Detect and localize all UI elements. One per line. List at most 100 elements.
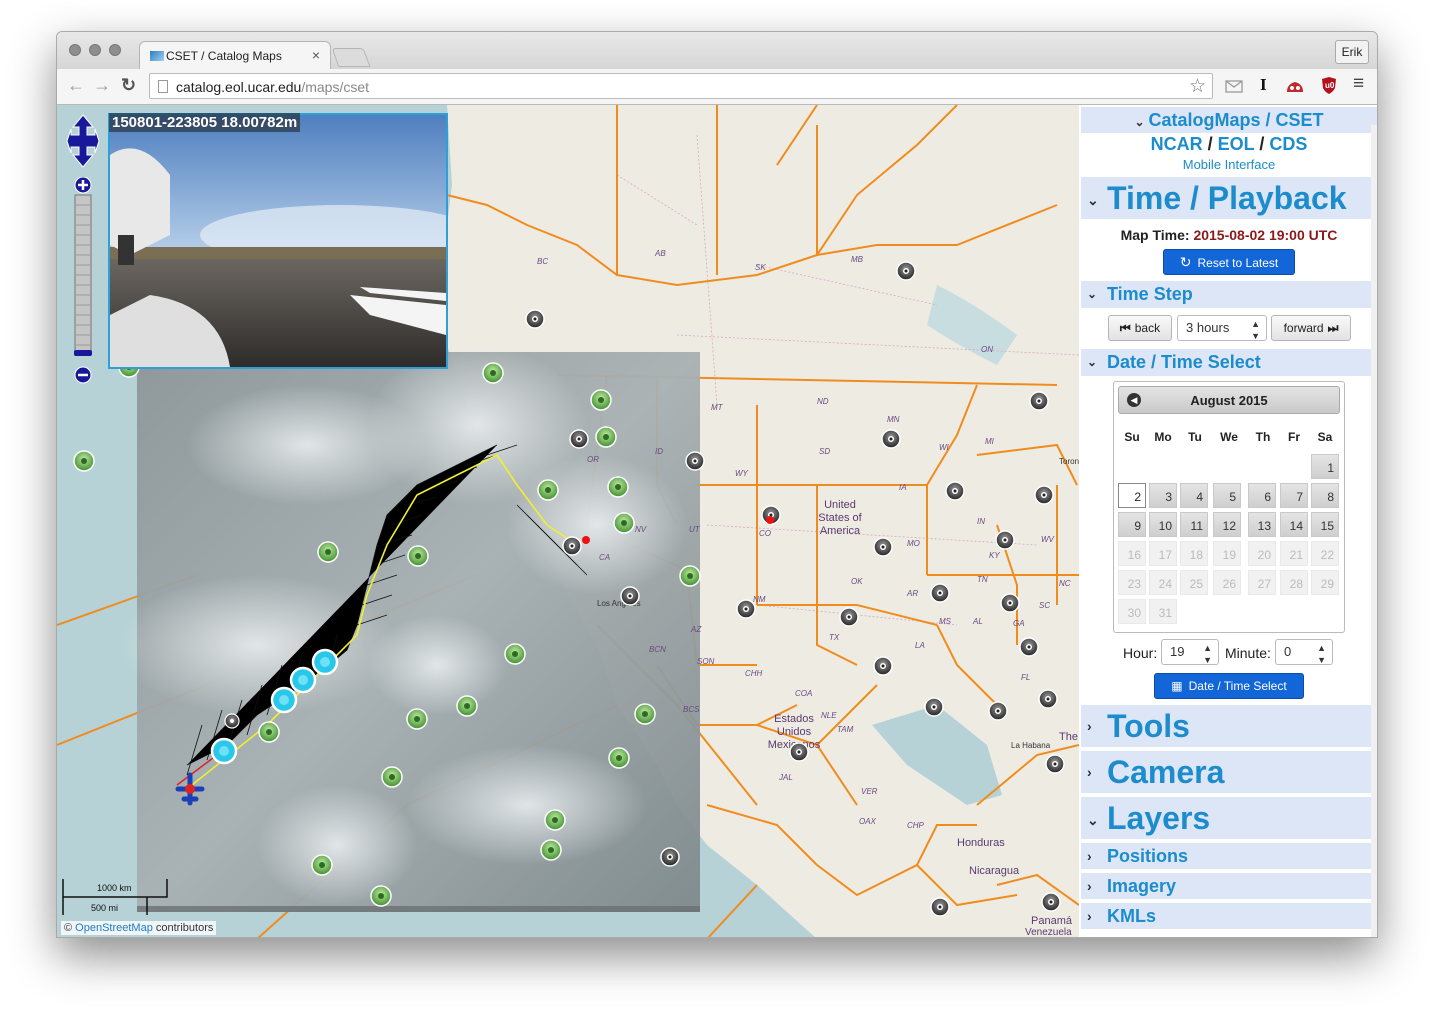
cds-link[interactable]: CDS bbox=[1269, 134, 1307, 154]
brand-header[interactable]: ⌄ CatalogMaps / CSET bbox=[1081, 107, 1377, 133]
sounding-marker[interactable] bbox=[224, 713, 240, 729]
camera-header[interactable]: › Camera bbox=[1081, 751, 1377, 793]
calendar-day[interactable]: 11 bbox=[1180, 512, 1208, 537]
pan-control-icon[interactable] bbox=[65, 113, 101, 169]
sounding-marker[interactable] bbox=[1029, 391, 1049, 411]
calendar-day[interactable]: 5 bbox=[1213, 483, 1241, 508]
close-window-button[interactable] bbox=[69, 44, 81, 56]
calendar-day[interactable]: 9 bbox=[1118, 512, 1146, 537]
station-marker[interactable] bbox=[456, 695, 478, 717]
station-marker[interactable] bbox=[595, 426, 617, 448]
sounding-marker[interactable] bbox=[569, 429, 589, 449]
station-marker[interactable] bbox=[258, 721, 280, 743]
station-marker[interactable] bbox=[381, 766, 403, 788]
station-marker[interactable] bbox=[311, 854, 333, 876]
menu-icon[interactable]: ≡ bbox=[1353, 73, 1364, 95]
openstreetmap-link[interactable]: OpenStreetMap bbox=[75, 922, 153, 934]
layers-header[interactable]: ⌄ Layers bbox=[1081, 797, 1377, 839]
zoom-control[interactable] bbox=[73, 176, 93, 385]
calendar-day[interactable]: 6 bbox=[1248, 483, 1276, 508]
minute-select[interactable]: 0 ▲ ▼ bbox=[1275, 639, 1333, 665]
sounding-marker[interactable] bbox=[873, 537, 893, 557]
sounding-marker[interactable] bbox=[562, 536, 582, 556]
sounding-marker[interactable] bbox=[1045, 754, 1065, 774]
camera-image[interactable] bbox=[108, 113, 448, 369]
sounding-marker[interactable] bbox=[924, 697, 944, 717]
positions-header[interactable]: › Positions bbox=[1081, 843, 1377, 869]
station-marker[interactable] bbox=[482, 362, 504, 384]
sounding-marker[interactable] bbox=[945, 481, 965, 501]
step-select[interactable]: 3 hours ▲ ▼ bbox=[1177, 315, 1267, 341]
calendar-day[interactable]: 12 bbox=[1213, 512, 1241, 537]
new-tab-button[interactable] bbox=[331, 48, 371, 67]
imagery-header[interactable]: › Imagery bbox=[1081, 873, 1377, 899]
panel-scrollbar[interactable] bbox=[1371, 125, 1377, 937]
station-marker[interactable] bbox=[544, 809, 566, 831]
track-point[interactable] bbox=[270, 686, 298, 714]
sounding-marker[interactable] bbox=[789, 742, 809, 762]
playback-header[interactable]: ⌄ Time / Playback bbox=[1081, 177, 1377, 219]
sounding-marker[interactable] bbox=[620, 586, 640, 606]
sounding-marker[interactable] bbox=[525, 309, 545, 329]
sounding-marker[interactable] bbox=[930, 583, 950, 603]
sounding-marker[interactable] bbox=[873, 656, 893, 676]
station-marker[interactable] bbox=[407, 545, 429, 567]
station-marker[interactable] bbox=[607, 476, 629, 498]
calendar-day[interactable]: 7 bbox=[1280, 483, 1308, 508]
calendar-day[interactable]: 10 bbox=[1149, 512, 1177, 537]
ncar-link[interactable]: NCAR bbox=[1151, 134, 1203, 154]
eol-link[interactable]: EOL bbox=[1218, 134, 1255, 154]
reload-icon[interactable]: ↻ bbox=[121, 75, 136, 96]
time-step-header[interactable]: ⌄ Time Step bbox=[1081, 281, 1377, 308]
date-time-select-button[interactable]: ▦ Date / Time Select bbox=[1154, 673, 1304, 699]
back-icon[interactable]: ← bbox=[67, 75, 85, 96]
calendar-day-selected[interactable]: 2 bbox=[1118, 483, 1146, 508]
mail-icon[interactable] bbox=[1225, 80, 1243, 93]
hour-select[interactable]: 19 ▲ ▼ bbox=[1161, 639, 1219, 665]
station-marker[interactable] bbox=[504, 643, 526, 665]
station-marker[interactable] bbox=[73, 450, 95, 472]
back-button[interactable]: ⏮ back bbox=[1108, 315, 1172, 341]
calendar-day[interactable]: 8 bbox=[1311, 483, 1339, 508]
sounding-marker[interactable] bbox=[930, 897, 950, 917]
sounding-marker[interactable] bbox=[1041, 892, 1061, 912]
station-marker[interactable] bbox=[608, 747, 630, 769]
track-point[interactable] bbox=[289, 666, 317, 694]
tab-cset-catalog-maps[interactable]: CSET / Catalog Maps × bbox=[139, 41, 331, 69]
station-marker[interactable] bbox=[613, 512, 635, 534]
forward-button[interactable]: forward ⏭ bbox=[1271, 315, 1351, 341]
incognito-icon[interactable] bbox=[1285, 78, 1305, 94]
tab-close-icon[interactable]: × bbox=[312, 47, 320, 63]
sounding-marker[interactable] bbox=[839, 607, 859, 627]
kmls-header[interactable]: › KMLs bbox=[1081, 903, 1377, 929]
reset-to-latest-button[interactable]: ↻ Reset to Latest bbox=[1163, 249, 1295, 275]
ublock-icon[interactable]: u0 bbox=[1321, 76, 1337, 95]
address-bar[interactable]: catalog.eol.ucar.edu/maps/cset ☆ bbox=[149, 73, 1213, 99]
track-point[interactable] bbox=[311, 648, 339, 676]
date-select-header[interactable]: ⌄ Date / Time Select bbox=[1081, 349, 1377, 376]
sounding-marker[interactable] bbox=[736, 599, 756, 619]
aircraft-icon[interactable] bbox=[175, 772, 205, 806]
sounding-marker[interactable] bbox=[995, 530, 1015, 550]
sounding-marker[interactable] bbox=[1000, 593, 1020, 613]
sounding-marker[interactable] bbox=[1019, 637, 1039, 657]
station-marker[interactable] bbox=[317, 541, 339, 563]
station-marker[interactable] bbox=[634, 703, 656, 725]
calendar-day[interactable]: 15 bbox=[1311, 512, 1339, 537]
instapaper-icon[interactable]: I bbox=[1260, 75, 1267, 95]
minimize-window-button[interactable] bbox=[89, 44, 101, 56]
sounding-marker[interactable] bbox=[896, 261, 916, 281]
calendar-day[interactable]: 14 bbox=[1280, 512, 1308, 537]
sounding-marker[interactable] bbox=[1034, 485, 1054, 505]
station-marker[interactable] bbox=[590, 389, 612, 411]
calendar-day[interactable]: 1 bbox=[1311, 454, 1339, 479]
map-view[interactable]: BC AB SK MB ON MT ND MN WI MI OR ID WY S… bbox=[57, 105, 1079, 937]
calendar-day[interactable]: 3 bbox=[1149, 483, 1177, 508]
station-marker[interactable] bbox=[406, 708, 428, 730]
bookmark-star-icon[interactable]: ☆ bbox=[1189, 75, 1206, 98]
mobile-interface-link[interactable]: Mobile Interface bbox=[1079, 157, 1377, 172]
sounding-marker[interactable] bbox=[881, 429, 901, 449]
station-marker[interactable] bbox=[679, 565, 701, 587]
station-marker[interactable] bbox=[370, 885, 392, 907]
sounding-marker[interactable] bbox=[988, 701, 1008, 721]
